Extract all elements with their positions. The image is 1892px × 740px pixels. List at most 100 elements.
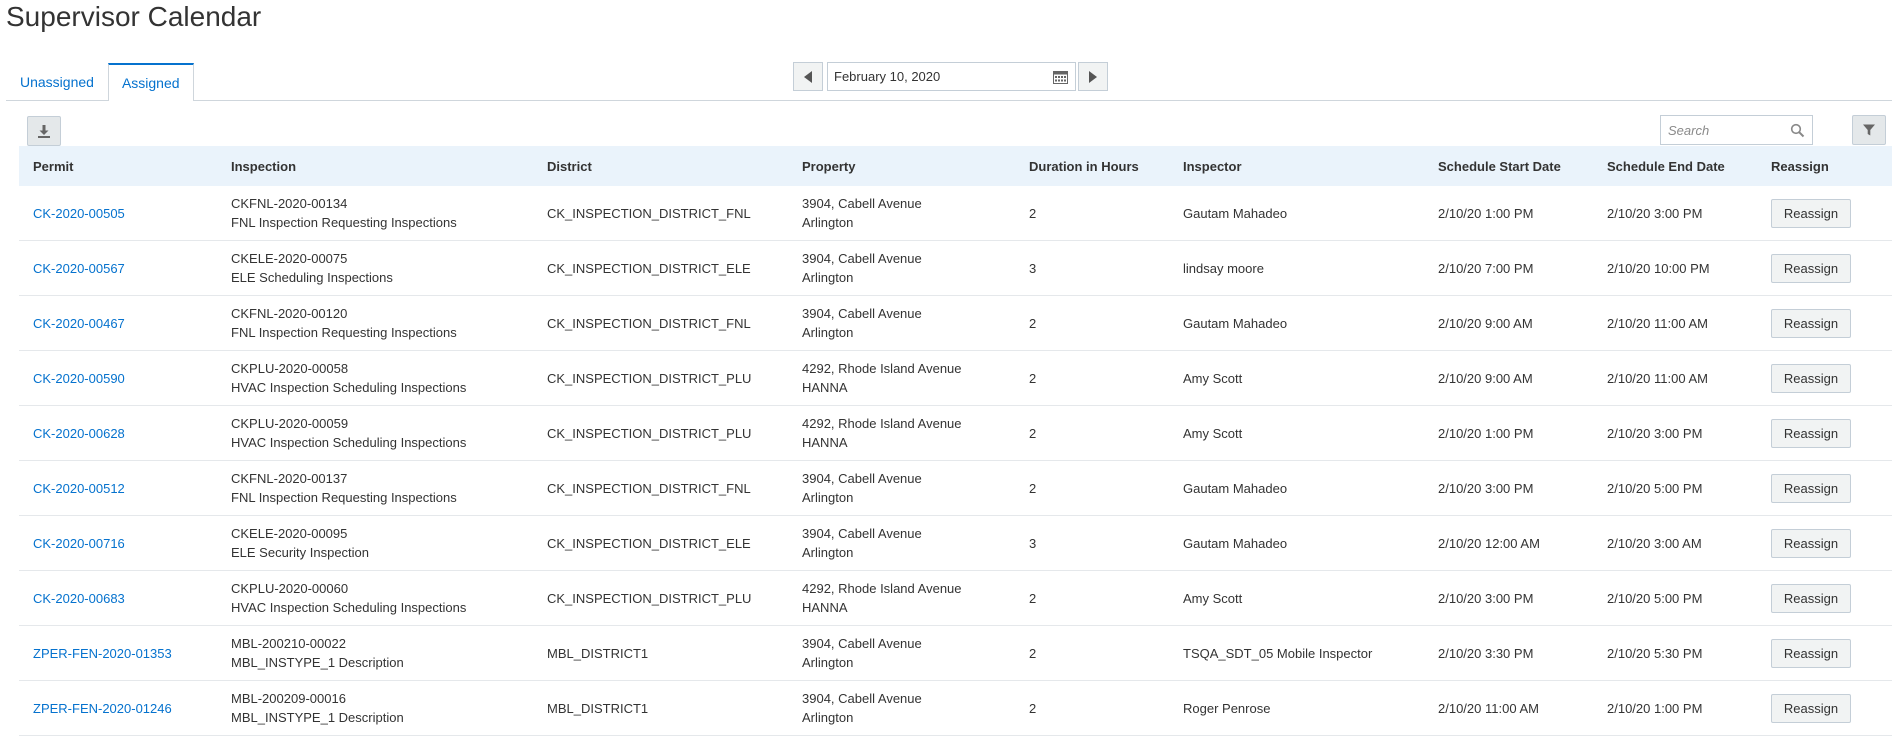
property-city: Arlington [802, 545, 854, 560]
start-date-cell: 2/10/20 9:00 AM [1424, 295, 1593, 351]
permit-link[interactable]: CK-2020-00716 [19, 515, 217, 571]
chevron-right-icon [1089, 70, 1097, 83]
property-city: HANNA [802, 600, 848, 615]
end-date-cell: 2/10/20 3:00 AM [1593, 515, 1757, 571]
property-address: 4292, Rhode Island Avenue [802, 581, 962, 596]
duration-cell: 2 [1015, 570, 1169, 626]
end-date-cell: 2/10/20 5:30 PM [1593, 625, 1757, 681]
filter-button[interactable] [1852, 115, 1886, 145]
tab-assigned[interactable]: Assigned [107, 63, 194, 101]
duration-cell: 2 [1015, 625, 1169, 681]
column-header-end-date[interactable]: Schedule End Date [1593, 146, 1757, 186]
column-header-inspector[interactable]: Inspector [1169, 146, 1424, 186]
table-row: ZPER-FEN-2020-01353 MBL-200210-00022 MBL_I… [19, 625, 1892, 681]
reassign-button[interactable]: Reassign [1771, 418, 1851, 448]
permit-link[interactable]: ZPER-FEN-2020-01353 [19, 625, 217, 681]
duration-cell: 2 [1015, 460, 1169, 516]
reassign-button[interactable]: Reassign [1771, 198, 1851, 228]
table-row: CK-2020-00505 CKFNL-2020-00134 FNL Inspect… [19, 186, 1892, 241]
reassign-button[interactable]: Reassign [1771, 308, 1851, 338]
end-date-cell: 2/10/20 11:00 AM [1593, 350, 1757, 406]
table-row: CK-2020-00716 CKELE-2020-00095 ELE Securit… [19, 515, 1892, 571]
inspection-description: FNL Inspection Requesting Inspections [231, 490, 457, 505]
property-city: Arlington [802, 270, 854, 285]
property-city: HANNA [802, 380, 848, 395]
inspection-id: CKFNL-2020-00134 [231, 196, 348, 211]
table-toolbar [27, 116, 61, 146]
table-row: CK-2020-00628 CKPLU-2020-00059 HVAC Inspec… [19, 405, 1892, 461]
column-header-permit[interactable]: Permit [19, 146, 217, 186]
permit-link[interactable]: CK-2020-00567 [19, 240, 217, 296]
next-day-button[interactable] [1078, 62, 1108, 91]
property-address: 3904, Cabell Avenue [802, 196, 922, 211]
permit-link[interactable]: CK-2020-00590 [19, 350, 217, 406]
table-row: CK-2020-00567 CKELE-2020-00075 ELE Schedul… [19, 240, 1892, 296]
inspection-id: CKFNL-2020-00120 [231, 306, 348, 321]
duration-cell: 2 [1015, 405, 1169, 461]
permit-link[interactable]: ZPER-FEN-2020-01246 [19, 680, 217, 736]
permit-link[interactable]: CK-2020-00505 [19, 186, 217, 241]
page-title: Supervisor Calendar [6, 1, 262, 32]
permit-link[interactable]: CK-2020-00467 [19, 295, 217, 351]
previous-day-button[interactable] [793, 62, 823, 91]
search-placeholder: Search [1668, 122, 1710, 138]
column-header-property[interactable]: Property [788, 146, 1015, 186]
property-address: 4292, Rhode Island Avenue [802, 416, 962, 431]
start-date-cell: 2/10/20 3:00 PM [1424, 460, 1593, 516]
inspection-cell: MBL-200209-00016 MBL_INSTYPE_1 Descriptio… [217, 680, 533, 736]
property-cell: 4292, Rhode Island Avenue HANNA [788, 570, 1015, 626]
reassign-button[interactable]: Reassign [1771, 583, 1851, 613]
reassign-button[interactable]: Reassign [1771, 363, 1851, 393]
column-header-district[interactable]: District [533, 146, 788, 186]
inspection-cell: CKFNL-2020-00134 FNL Inspection Requestin… [217, 186, 533, 241]
inspector-cell: TSQA_SDT_05 Mobile Inspector [1169, 625, 1424, 681]
column-header-inspection[interactable]: Inspection [217, 146, 533, 186]
district-cell: CK_INSPECTION_DISTRICT_FNL [533, 186, 788, 241]
reassign-cell: Reassign [1757, 625, 1892, 681]
reassign-button[interactable]: Reassign [1771, 253, 1851, 283]
permit-link[interactable]: CK-2020-00628 [19, 405, 217, 461]
start-date-cell: 2/10/20 7:00 PM [1424, 240, 1593, 296]
inspection-id: CKELE-2020-00095 [231, 526, 348, 541]
search-field[interactable]: Search [1660, 115, 1813, 145]
reassign-cell: Reassign [1757, 350, 1892, 406]
tab-unassigned[interactable]: Unassigned [6, 63, 108, 101]
inspection-id: CKPLU-2020-00058 [231, 361, 349, 376]
permit-link[interactable]: CK-2020-00512 [19, 460, 217, 516]
reassign-button[interactable]: Reassign [1771, 528, 1851, 558]
property-city: Arlington [802, 490, 854, 505]
start-date-cell: 2/10/20 9:00 AM [1424, 350, 1593, 406]
column-header-start-date[interactable]: Schedule Start Date [1424, 146, 1593, 186]
search-icon[interactable] [1790, 123, 1805, 138]
property-address: 3904, Cabell Avenue [802, 526, 922, 541]
end-date-cell: 2/10/20 5:00 PM [1593, 570, 1757, 626]
end-date-cell: 2/10/20 10:00 PM [1593, 240, 1757, 296]
start-date-cell: 2/10/20 11:00 AM [1424, 680, 1593, 736]
date-value: February 10, 2020 [834, 69, 941, 84]
inspection-description: HVAC Inspection Scheduling Inspections [231, 435, 467, 450]
column-header-duration[interactable]: Duration in Hours [1015, 146, 1169, 186]
inspection-description: ELE Scheduling Inspections [231, 270, 393, 285]
calendar-icon[interactable] [1053, 70, 1068, 84]
inspection-cell: MBL-200210-00022 MBL_INSTYPE_1 Descriptio… [217, 625, 533, 681]
start-date-cell: 2/10/20 3:30 PM [1424, 625, 1593, 681]
district-cell: CK_INSPECTION_DISTRICT_ELE [533, 240, 788, 296]
inspection-cell: CKFNL-2020-00120 FNL Inspection Requestin… [217, 295, 533, 351]
date-field[interactable]: February 10, 2020 [827, 62, 1076, 91]
table-row: CK-2020-00683 CKPLU-2020-00060 HVAC Inspec… [19, 570, 1892, 626]
permit-link[interactable]: CK-2020-00683 [19, 570, 217, 626]
inspection-description: HVAC Inspection Scheduling Inspections [231, 380, 467, 395]
download-button[interactable] [27, 116, 61, 146]
district-cell: CK_INSPECTION_DISTRICT_PLU [533, 570, 788, 626]
table-row: CK-2020-00590 CKPLU-2020-00058 HVAC Inspec… [19, 350, 1892, 406]
reassign-cell: Reassign [1757, 240, 1892, 296]
reassign-button[interactable]: Reassign [1771, 693, 1851, 723]
end-date-cell: 2/10/20 1:00 PM [1593, 680, 1757, 736]
reassign-button[interactable]: Reassign [1771, 638, 1851, 668]
reassign-button[interactable]: Reassign [1771, 473, 1851, 503]
inspection-description: HVAC Inspection Scheduling Inspections [231, 600, 467, 615]
inspection-description: MBL_INSTYPE_1 Description [231, 655, 404, 670]
duration-cell: 2 [1015, 680, 1169, 736]
end-date-cell: 2/10/20 11:00 AM [1593, 295, 1757, 351]
chevron-left-icon [804, 70, 812, 83]
